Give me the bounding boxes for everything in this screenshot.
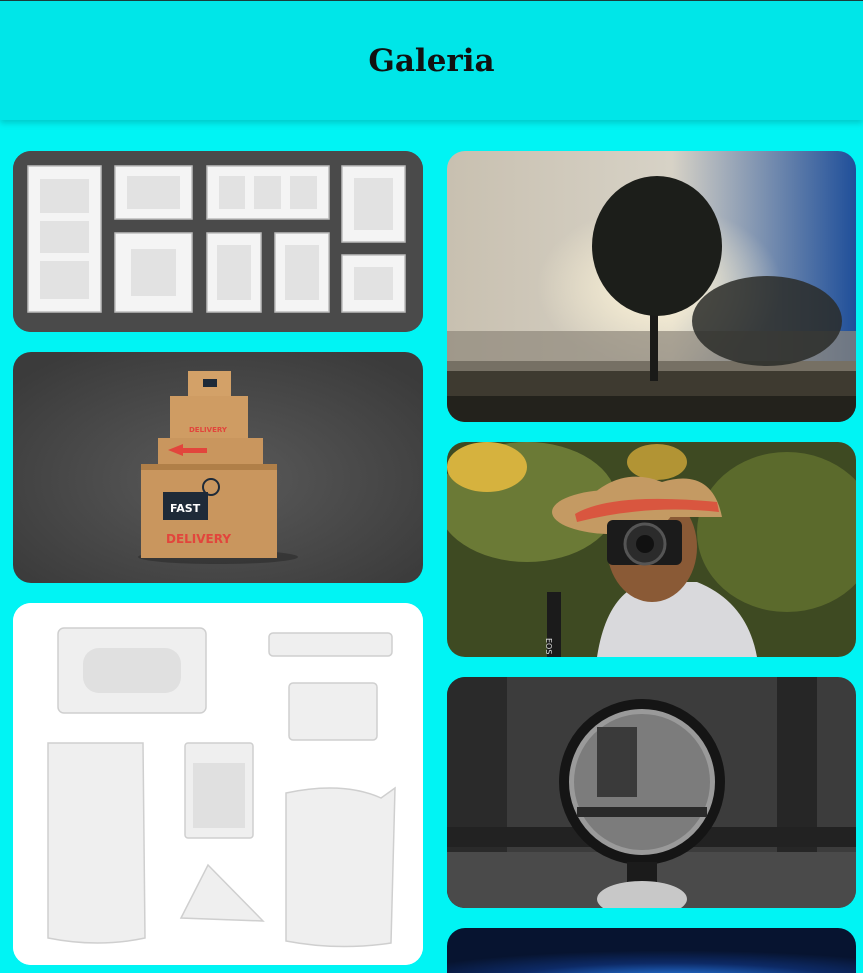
gallery-image-packaging[interactable] [13, 603, 423, 965]
delivery-boxes-illustration: FAST DELIVERY DELIVERY [13, 352, 423, 583]
gallery-image-magnifier[interactable] [447, 677, 856, 908]
gallery-image-photographer[interactable]: EOS [447, 442, 856, 657]
packaging-illustration [13, 603, 423, 965]
gallery-image-frames[interactable] [13, 151, 423, 332]
night-sky-illustration [447, 928, 856, 973]
svg-text:DELIVERY: DELIVERY [189, 426, 228, 434]
page-title: Galeria [368, 43, 495, 79]
camera-strap-text: EOS [544, 638, 553, 654]
svg-text:FAST: FAST [170, 502, 201, 515]
svg-text:DELIVERY: DELIVERY [166, 532, 231, 546]
tree-illustration [447, 151, 856, 422]
gallery-image-delivery-boxes[interactable]: FAST DELIVERY DELIVERY [13, 352, 423, 583]
page-header: Galeria [0, 0, 863, 120]
gallery-image-night-sky[interactable] [447, 928, 856, 973]
magnifier-illustration [447, 677, 856, 908]
gallery-image-tree[interactable] [447, 151, 856, 422]
photographer-illustration: EOS [447, 442, 856, 657]
frames-illustration [13, 151, 423, 332]
